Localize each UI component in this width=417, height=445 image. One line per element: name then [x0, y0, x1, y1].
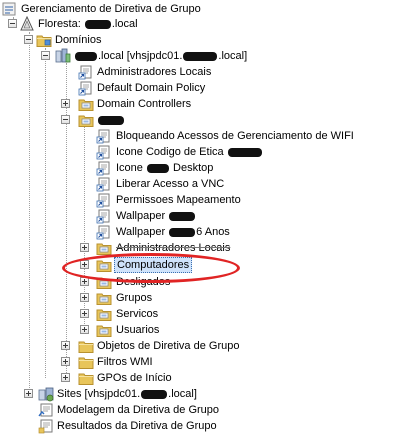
- gpo-label: Default Domain Policy: [97, 82, 206, 94]
- redacted-mark: [75, 51, 97, 61]
- ou-label: [97, 113, 125, 127]
- expand-toggle[interactable]: [80, 293, 89, 302]
- gpo-label: Icone Desktop: [116, 162, 214, 174]
- gpo-label: Wallpaper: [116, 209, 196, 223]
- results-icon: [38, 419, 53, 434]
- expand-toggle[interactable]: [61, 341, 70, 350]
- expand-toggle[interactable]: [61, 99, 70, 108]
- results-label: Resultados da Diretiva de Grupo: [57, 420, 217, 432]
- forest-icon: [20, 16, 34, 31]
- folder-label: Filtros WMI: [97, 356, 153, 368]
- ou-folder-icon: [96, 325, 112, 337]
- redacted-mark: [141, 389, 168, 399]
- domain-label: .local [vhsjpdc01. .local]: [74, 49, 247, 63]
- folder-icon: [36, 35, 52, 47]
- ou-folder-icon: [96, 293, 112, 305]
- ou-folder-icon: [96, 309, 112, 321]
- collapse-toggle[interactable]: [61, 115, 70, 124]
- folder-icon: [78, 341, 94, 353]
- expand-toggle[interactable]: [80, 325, 89, 334]
- ou-folder-icon: [96, 260, 112, 272]
- expand-toggle[interactable]: [80, 277, 89, 286]
- modeling-icon: [38, 403, 53, 417]
- gpo-link-icon: [78, 81, 92, 96]
- ou-folder-icon: [78, 115, 94, 127]
- ou-label: Desligados: [116, 276, 171, 288]
- gpo-link-icon: [96, 177, 110, 192]
- expand-toggle[interactable]: [61, 357, 70, 366]
- ou-label-selected: Computadores: [114, 257, 193, 273]
- tree-item-results[interactable]: Resultados da Diretiva de Grupo: [0, 417, 417, 435]
- expand-toggle[interactable]: [80, 243, 89, 252]
- folder-icon: [78, 373, 94, 385]
- sites-label: Sites [vhsjpdc01. .local]: [57, 388, 197, 400]
- modeling-label: Modelagem da Diretiva de Grupo: [57, 404, 220, 416]
- folder-icon: [78, 357, 94, 369]
- root-label: Gerenciamento de Diretiva de Grupo: [21, 3, 201, 15]
- collapse-toggle[interactable]: [41, 51, 50, 60]
- gpmc-tree: Gerenciamento de Diretiva de Grupo Flore…: [0, 0, 417, 445]
- gpo-link-icon: [78, 65, 92, 80]
- redacted-mark: [227, 147, 262, 157]
- redacted-mark: [84, 19, 111, 29]
- gpo-label: Liberar Acesso a VNC: [116, 178, 225, 190]
- collapse-toggle[interactable]: [8, 19, 17, 28]
- gpo-label: Icone Codigo de Etica: [116, 145, 263, 159]
- redacted-mark: [169, 227, 196, 237]
- expand-toggle[interactable]: [80, 260, 89, 269]
- ou-folder-icon: [96, 243, 112, 255]
- redacted-mark: [169, 211, 196, 221]
- ou-label: Domain Controllers: [97, 98, 192, 110]
- gpo-link-icon: [96, 145, 110, 160]
- ou-label: Grupos: [116, 292, 153, 304]
- gpo-label: Administradores Locais: [97, 66, 212, 78]
- collapse-toggle[interactable]: [24, 35, 33, 44]
- tree-item-ou-admin-locais[interactable]: Administradores Locais: [0, 239, 417, 257]
- gpo-link-icon: [96, 161, 110, 176]
- gpo-link-icon: [96, 225, 110, 240]
- redacted-mark: [98, 115, 124, 125]
- tree-item-ou-computadores[interactable]: Computadores: [0, 256, 417, 274]
- folder-label: Objetos de Diretiva de Grupo: [97, 340, 240, 352]
- ou-label: Servicos: [116, 308, 159, 320]
- sites-icon: [38, 387, 54, 402]
- expand-toggle[interactable]: [80, 309, 89, 318]
- ou-folder-icon: [96, 277, 112, 289]
- forest-label: Floresta: .local: [38, 18, 138, 30]
- expand-toggle[interactable]: [24, 389, 33, 398]
- gpo-label: Bloqueando Acessos de Gerenciamento de W…: [116, 130, 354, 142]
- gpo-link-icon: [96, 209, 110, 224]
- redacted-mark: [183, 51, 218, 61]
- gpo-link-icon: [96, 129, 110, 144]
- gpo-label: Wallpaper 6 Anos: [116, 226, 230, 238]
- folder-label: GPOs de Início: [97, 372, 172, 384]
- domain-icon: [55, 48, 71, 63]
- ou-folder-icon: [78, 99, 94, 111]
- domains-label: Domínios: [55, 34, 102, 46]
- ou-label: Usuarios: [116, 324, 160, 336]
- expand-toggle[interactable]: [61, 373, 70, 382]
- ou-label: Administradores Locais: [116, 242, 231, 254]
- redacted-mark: [146, 163, 169, 173]
- gpo-label: Permissoes Mapeamento: [116, 194, 241, 206]
- gpo-link-icon: [96, 193, 110, 208]
